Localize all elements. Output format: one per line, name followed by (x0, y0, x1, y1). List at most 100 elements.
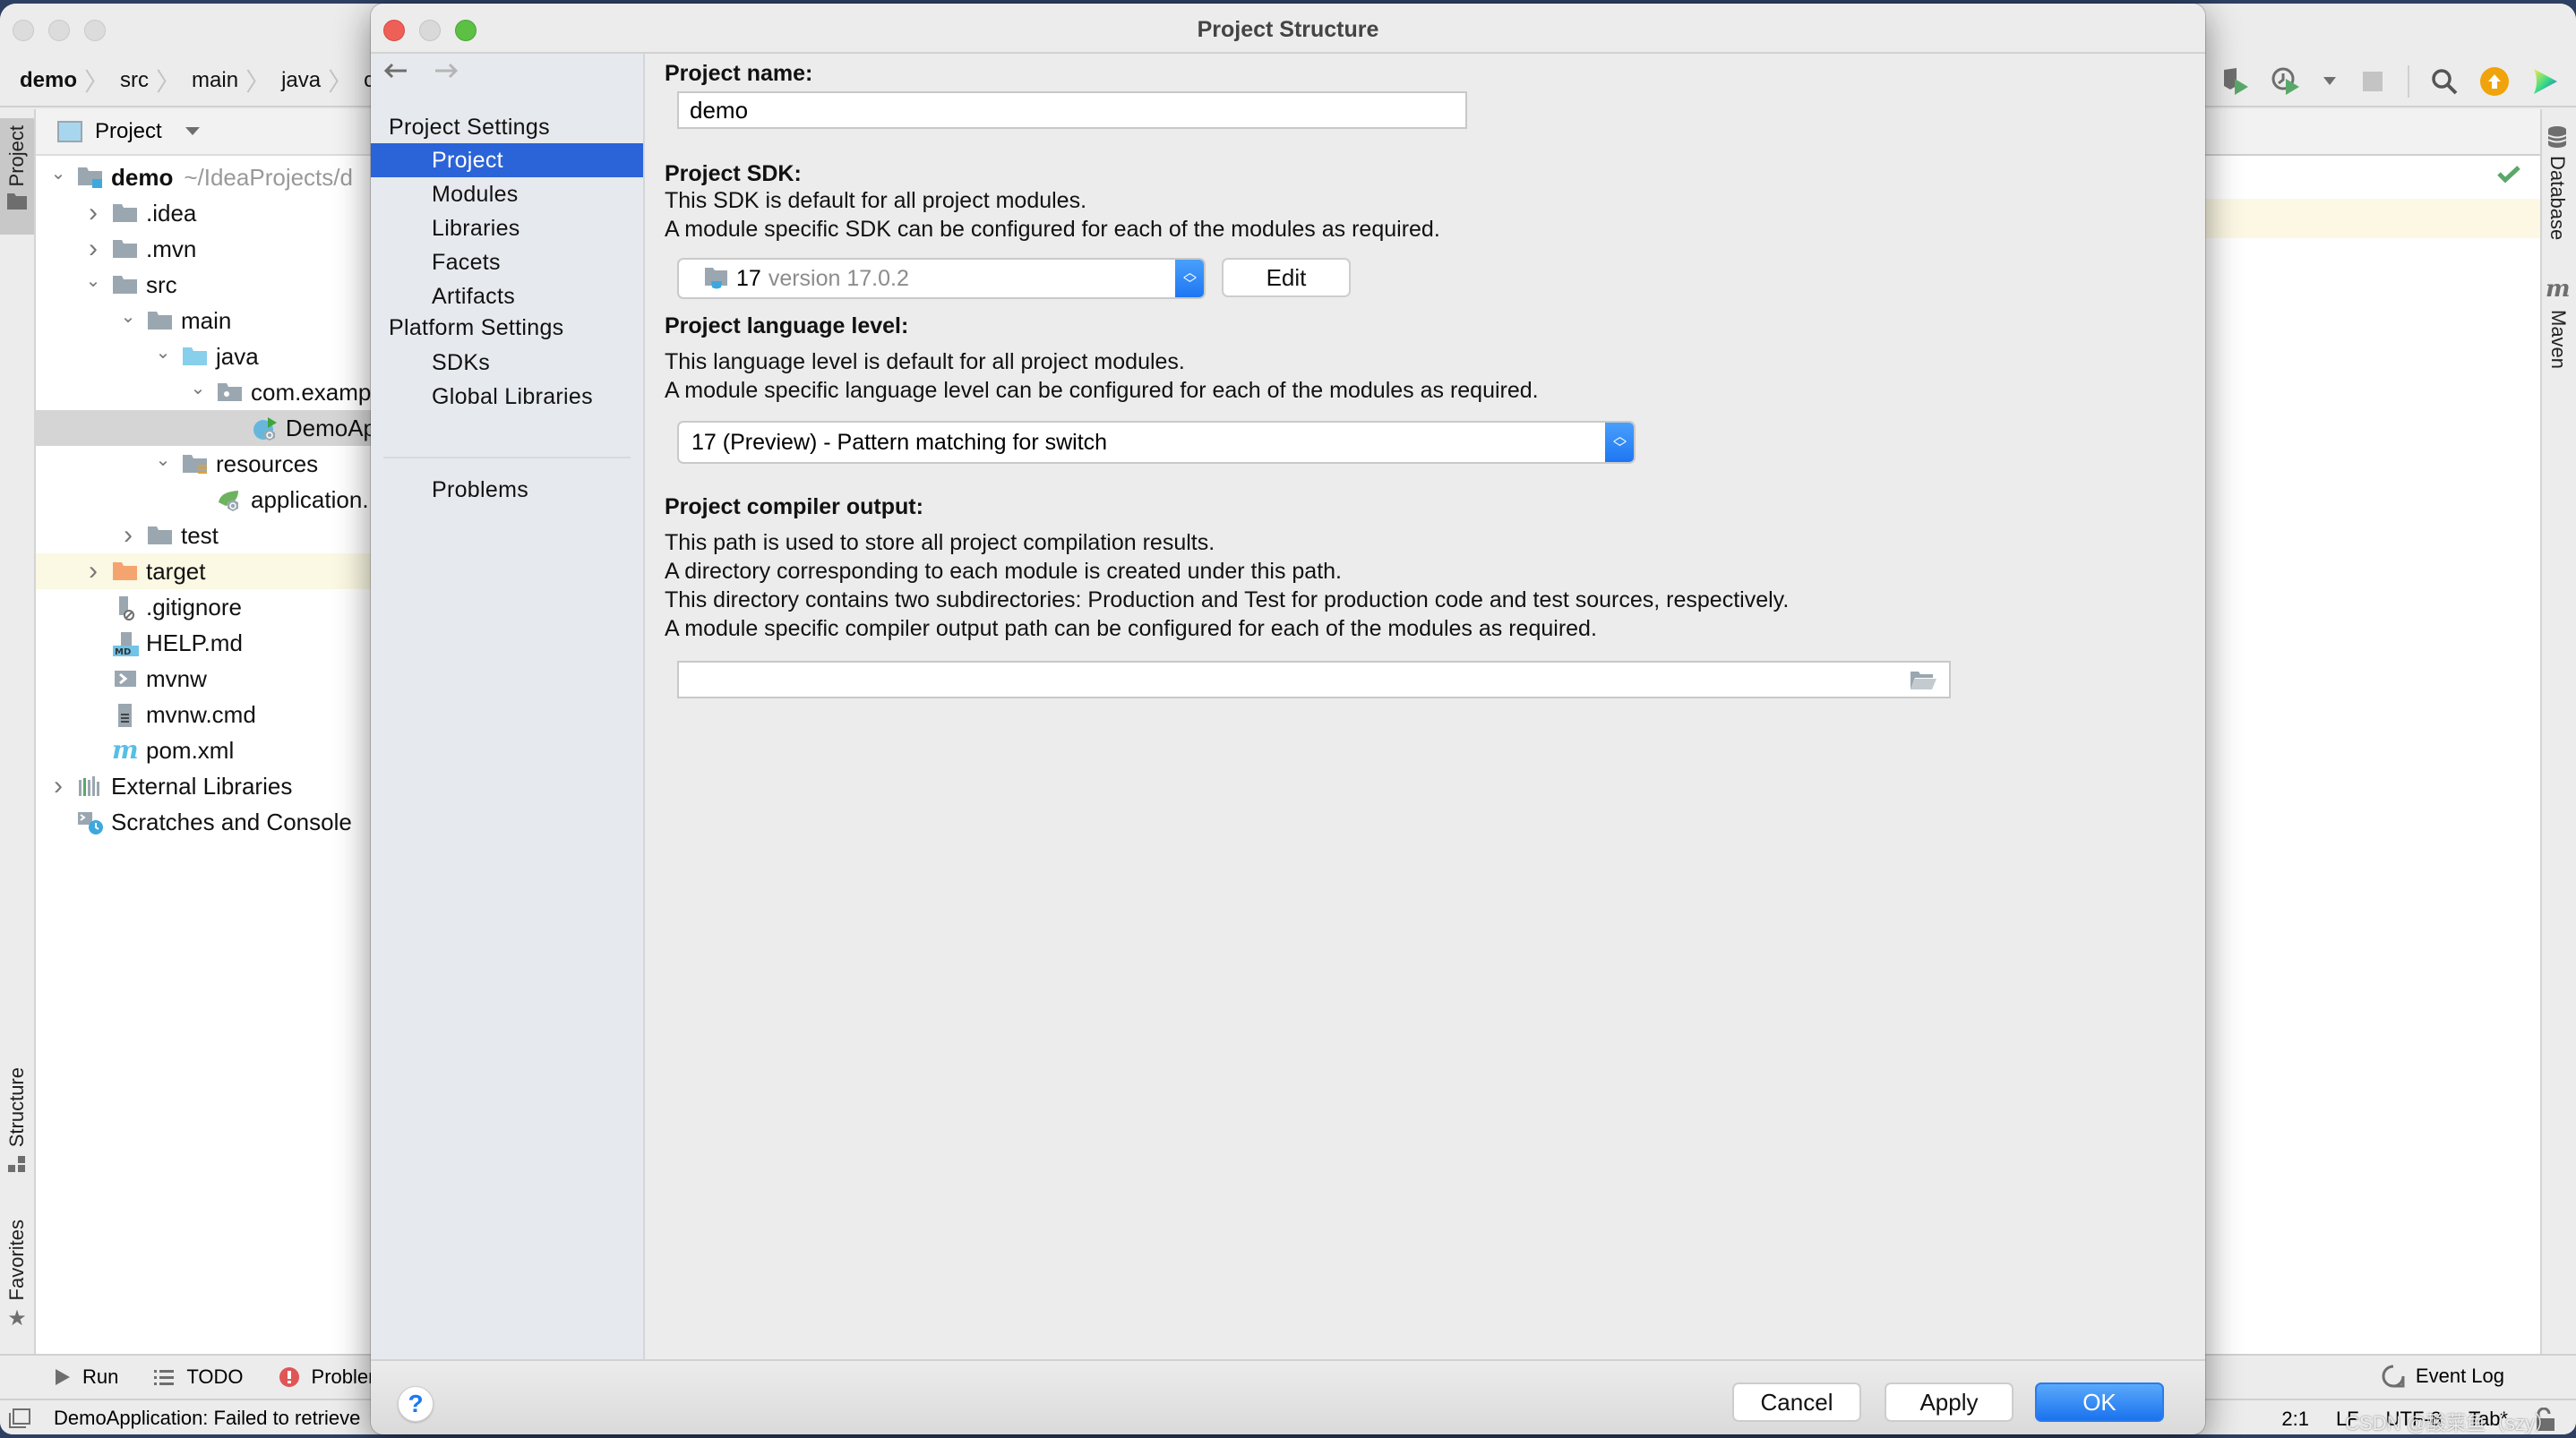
tree-item[interactable]: ⌄ com.examp (36, 374, 376, 410)
tool-tab-database[interactable]: Database (2546, 125, 2569, 240)
ok-button[interactable]: OK (2035, 1382, 2164, 1422)
tree-item[interactable]: ⌄ src (36, 267, 376, 303)
tree-item[interactable]: .gitignore (36, 589, 376, 625)
profile-icon[interactable] (2271, 66, 2302, 97)
help-icon: ? (408, 1390, 424, 1417)
dialog-titlebar: Project Structure (371, 4, 2205, 54)
nav-item-global-libraries[interactable]: Global Libraries (371, 380, 643, 414)
toolbox-icon[interactable] (2529, 66, 2560, 97)
folder-icon (112, 237, 139, 261)
chevron-down-icon[interactable]: ⌄ (153, 449, 173, 471)
project-sdk-select[interactable]: 17 version 17.0.2 ︿ ﹀ (677, 258, 1206, 299)
excluded-folder-icon (112, 560, 139, 583)
chevron-right-icon[interactable]: › (118, 520, 138, 551)
update-icon[interactable] (2479, 66, 2510, 97)
compiler-output-input[interactable] (690, 667, 1890, 692)
chevron-down-icon[interactable]: ⌄ (118, 305, 138, 328)
nav-item-label: SDKs (432, 349, 491, 375)
chevron-right-icon[interactable]: › (83, 556, 103, 586)
language-level-select[interactable]: 17 (Preview) - Pattern matching for swit… (677, 421, 1636, 464)
sdk-edit-button[interactable]: Edit (1222, 258, 1351, 297)
tree-item[interactable]: ⌄ java (36, 338, 376, 374)
nav-group-project-settings: Project Settings (389, 115, 550, 140)
chevron-right-icon[interactable]: › (48, 771, 68, 801)
toolbar-divider (2408, 65, 2409, 98)
tree-item[interactable]: ⌄ resources (36, 446, 376, 482)
back-arrow-icon[interactable] (383, 63, 408, 79)
nav-item-libraries[interactable]: Libraries (371, 211, 643, 245)
breadcrumb-item[interactable]: main (192, 68, 238, 93)
compiler-output-field[interactable] (677, 661, 1951, 698)
cancel-button[interactable]: Cancel (1732, 1382, 1861, 1422)
tool-tab-maven[interactable]: m Maven (2546, 276, 2571, 369)
project-folder-icon (7, 193, 27, 210)
browse-folder-icon[interactable] (1910, 670, 1936, 691)
tree-item[interactable]: › .idea (36, 195, 376, 231)
nav-item-problems[interactable]: Problems (371, 473, 643, 507)
updown-chevron-icon: ︿ ﹀ (1605, 423, 1634, 462)
tool-tab-structure[interactable]: Structure (0, 1067, 34, 1193)
tree-item[interactable]: › .mvn (36, 231, 376, 267)
tree-item-label: main (181, 306, 232, 334)
status-message[interactable]: DemoApplication: Failed to retrieve (54, 1407, 360, 1430)
breadcrumb-item[interactable]: demo (20, 68, 77, 93)
tree-item[interactable]: MD HELP.md (36, 625, 376, 661)
nav-item-modules[interactable]: Modules (371, 177, 643, 211)
tool-tab-label: Run (82, 1365, 119, 1388)
breadcrumb-item[interactable]: java (281, 68, 321, 93)
star-icon: ★ (7, 1306, 27, 1331)
chevron-down-icon[interactable]: ⌄ (188, 377, 208, 399)
nav-item-facets[interactable]: Facets (371, 245, 643, 279)
ok-label: OK (2082, 1388, 2117, 1416)
chevron-down-icon[interactable]: ⌄ (153, 341, 173, 364)
tree-item[interactable]: application. (36, 482, 376, 518)
inspection-ok-icon[interactable] (2497, 165, 2520, 183)
tool-tab-project[interactable]: Project (0, 118, 34, 235)
tool-tab-run[interactable]: Run (56, 1365, 118, 1389)
project-name-input[interactable]: demo (677, 91, 1467, 129)
forward-arrow-icon[interactable] (434, 63, 459, 79)
project-sdk-desc-1: This SDK is default for all project modu… (665, 188, 1087, 213)
caret-position[interactable]: 2:1 (2281, 1408, 2309, 1431)
tree-item[interactable]: ⌄ demo ~/IdeaProjects/d (36, 159, 376, 195)
tool-tab-problems[interactable]: Problen (279, 1365, 379, 1389)
run-with-coverage-icon[interactable] (2221, 66, 2252, 97)
tool-tab-favorites[interactable]: Favorites ★ (0, 1220, 34, 1345)
breadcrumb-separator: 〉 (156, 68, 182, 96)
ide-minimize-button[interactable] (48, 20, 70, 41)
tree-item[interactable]: › External Libraries (36, 768, 376, 804)
toggle-tool-windows-icon[interactable] (9, 1408, 30, 1428)
help-button[interactable]: ? (398, 1386, 434, 1422)
tree-item[interactable]: › target (36, 553, 376, 589)
tree-item[interactable]: Scratches and Console (36, 804, 376, 840)
nav-item-project[interactable]: Project (371, 143, 643, 177)
tree-item[interactable]: DemoAp (36, 410, 376, 446)
main-toolbar (2171, 56, 2576, 107)
project-view-selector[interactable]: Project (36, 109, 376, 156)
sdk-version: version 17.0.2 (768, 265, 909, 291)
nav-item-artifacts[interactable]: Artifacts (371, 279, 643, 313)
watermark: CSDN @酸菜鱼（szy） (2345, 1412, 2555, 1434)
tree-item[interactable]: mvnw (36, 661, 376, 697)
svg-text:m: m (112, 739, 139, 762)
tree-item[interactable]: mvnw.cmd (36, 697, 376, 732)
tool-tab-todo[interactable]: TODO (154, 1365, 244, 1389)
apply-label: Apply (1919, 1388, 1979, 1416)
search-icon[interactable] (2429, 66, 2460, 97)
chevron-right-icon[interactable]: › (83, 234, 103, 264)
apply-button[interactable]: Apply (1885, 1382, 2014, 1422)
chevron-right-icon[interactable]: › (83, 198, 103, 228)
tree-item[interactable]: m pom.xml (36, 732, 376, 768)
tree-item[interactable]: › test (36, 518, 376, 553)
tool-tab-event-log[interactable]: Event Log (2382, 1354, 2504, 1399)
chevron-down-icon[interactable]: ⌄ (48, 162, 68, 184)
stop-icon[interactable] (2357, 66, 2388, 97)
ide-zoom-button[interactable] (84, 20, 106, 41)
chevron-down-icon[interactable]: ⌄ (83, 270, 103, 292)
nav-item-sdks[interactable]: SDKs (371, 346, 643, 380)
tree-item[interactable]: ⌄ main (36, 303, 376, 338)
svg-text:MD: MD (115, 647, 131, 656)
breadcrumb-item[interactable]: src (120, 68, 149, 93)
ide-close-button[interactable] (13, 20, 34, 41)
run-config-dropdown-icon[interactable] (2322, 66, 2338, 97)
